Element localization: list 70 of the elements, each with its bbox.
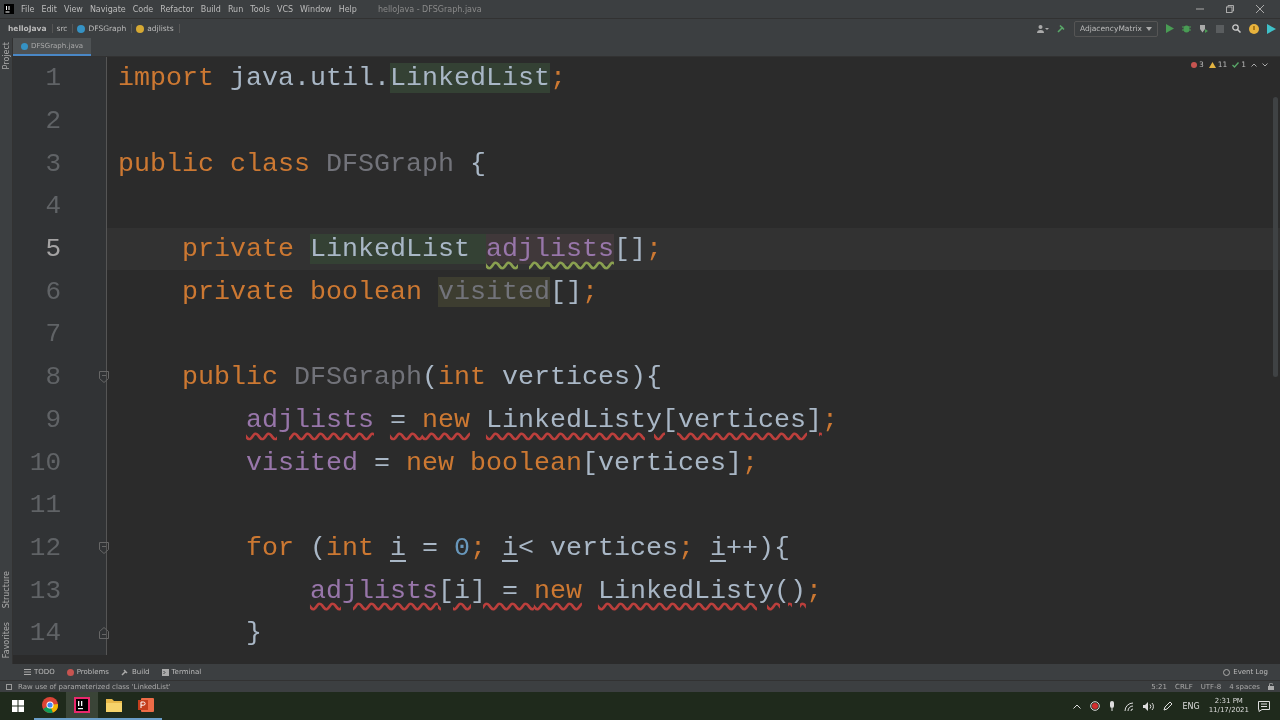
update-icon[interactable] (1249, 23, 1259, 34)
structure-tool-tab[interactable]: Structure (1, 570, 11, 608)
menu-item[interactable]: Window (300, 4, 332, 14)
microphone-icon[interactable] (1109, 701, 1116, 711)
presentation-icon (138, 697, 154, 713)
code-line: for (int i = 0; i< vertices; i++){ (245, 532, 790, 563)
field-icon (136, 24, 145, 33)
bug-icon[interactable] (1182, 24, 1191, 33)
ide-icon (74, 697, 90, 713)
menu-item[interactable]: Refactor (160, 4, 194, 14)
class-icon (77, 24, 86, 33)
code-line: private LinkedList adjlists[]; (181, 234, 662, 265)
error-icon (66, 668, 74, 676)
notification-icon[interactable] (1258, 700, 1270, 712)
chrome-icon (42, 697, 58, 713)
list-icon (24, 669, 31, 675)
fold-icon[interactable] (99, 627, 109, 640)
chevron-up-icon[interactable] (1251, 62, 1257, 67)
code-line: } (245, 618, 262, 649)
search-icon[interactable] (1232, 24, 1241, 33)
code-line: adjlists = new LinkedListy[vertices]; (245, 404, 838, 435)
menu-item[interactable]: Help (338, 4, 357, 14)
fold-icon[interactable] (99, 371, 109, 384)
favorites-tool-tab[interactable]: Favorites (1, 621, 11, 658)
shield-icon[interactable] (1199, 24, 1208, 33)
menu-item[interactable]: Edit (41, 4, 57, 14)
class-icon (21, 42, 28, 50)
chevron-down-icon[interactable] (1262, 62, 1268, 67)
wifi-icon[interactable] (1124, 701, 1135, 711)
menu-item[interactable]: VCS (276, 4, 294, 14)
lock-icon[interactable] (1268, 683, 1274, 690)
scrollbar[interactable] (1273, 97, 1278, 377)
menu-item[interactable]: Build (200, 4, 221, 14)
hammer-icon (120, 668, 129, 676)
fold-icon[interactable] (99, 541, 109, 554)
code-line: adjlists[i] = new LinkedListy(); (308, 575, 822, 606)
restore-icon[interactable] (1226, 5, 1234, 13)
windows-start-icon[interactable] (12, 700, 24, 712)
menu-item[interactable]: Run (227, 4, 244, 14)
menu-item[interactable]: View (63, 4, 83, 14)
plugin-logo-icon[interactable] (1267, 23, 1276, 34)
volume-icon[interactable] (1143, 701, 1155, 711)
menu-item[interactable]: File (21, 4, 35, 14)
record-icon[interactable] (1090, 701, 1101, 711)
code-line: private boolean visited[]; (181, 276, 598, 307)
line-number: 5 (44, 234, 61, 265)
menu-item[interactable]: Code (132, 4, 154, 14)
terminal-icon (161, 668, 169, 676)
user-icon[interactable] (1036, 24, 1049, 33)
code-line: public class DFSGraph { (117, 148, 486, 179)
folder-icon (106, 698, 122, 712)
run-icon[interactable] (1166, 24, 1174, 33)
taskbar-app[interactable] (66, 692, 98, 720)
warning-icon (1208, 61, 1216, 68)
pen-icon[interactable] (1163, 701, 1174, 711)
close-icon[interactable] (1256, 5, 1264, 13)
code-line: visited = new boolean[vertices]; (245, 447, 758, 478)
menu-item[interactable]: Tools (250, 4, 270, 14)
hammer-icon[interactable] (1056, 24, 1066, 33)
code-line: import java.util.LinkedList; (117, 63, 566, 94)
language-indicator[interactable]: ENG (1182, 701, 1200, 711)
caret-icon[interactable] (1146, 26, 1152, 31)
menu-item[interactable]: Navigate (89, 4, 126, 14)
project-tool-tab[interactable]: Project (1, 42, 11, 70)
checkmark-icon (1232, 61, 1240, 68)
ide-logo-icon (4, 4, 14, 14)
code-line: public DFSGraph(int vertices){ (181, 362, 662, 393)
panel-icon[interactable] (6, 683, 12, 690)
window-title: helloJava - DFSGraph.java (377, 4, 482, 14)
error-icon (1190, 61, 1197, 68)
